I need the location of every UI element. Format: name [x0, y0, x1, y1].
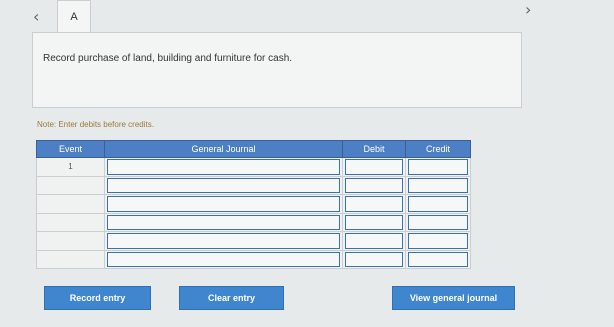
header-debit: Debit: [342, 140, 406, 158]
debit-input[interactable]: [345, 196, 403, 212]
journal-table: Event General Journal Debit Credit 1: [36, 140, 471, 269]
account-input-cell: [104, 157, 343, 177]
debit-input-cell: [342, 249, 406, 269]
tab-a[interactable]: A: [57, 0, 91, 33]
note-text: Note: Enter debits before credits.: [37, 120, 154, 129]
debit-input-cell: [342, 175, 406, 195]
credit-input-cell: [405, 212, 471, 232]
table-row: [36, 194, 471, 214]
debit-input[interactable]: [345, 177, 403, 193]
credit-input[interactable]: [408, 251, 468, 267]
debit-input[interactable]: [345, 159, 403, 175]
table-row: [36, 212, 471, 232]
credit-input[interactable]: [408, 196, 468, 212]
account-input-cell: [104, 175, 343, 195]
debit-input-cell: [342, 194, 406, 214]
debit-input[interactable]: [345, 251, 403, 267]
account-input[interactable]: [107, 233, 340, 249]
debit-input[interactable]: [345, 233, 403, 249]
credit-input-cell: [405, 249, 471, 269]
instruction-panel: Record purchase of land, building and fu…: [32, 32, 522, 108]
chevron-right-icon[interactable]: ›: [525, 2, 531, 18]
account-input[interactable]: [107, 177, 340, 193]
account-input[interactable]: [107, 214, 340, 230]
credit-input-cell: [405, 194, 471, 214]
table-row: [36, 249, 471, 269]
account-input-cell: [104, 194, 343, 214]
debit-input-cell: [342, 157, 406, 177]
event-cell: 1: [36, 157, 105, 177]
debit-input-cell: [342, 212, 406, 232]
view-general-journal-button[interactable]: View general journal: [392, 286, 515, 310]
account-input-cell: [104, 231, 343, 251]
credit-input[interactable]: [408, 177, 468, 193]
event-cell: [36, 175, 105, 195]
account-input[interactable]: [107, 251, 340, 267]
credit-input[interactable]: [408, 233, 468, 249]
instruction-text: Record purchase of land, building and fu…: [43, 53, 293, 64]
table-row: [36, 175, 471, 195]
header-event: Event: [36, 140, 105, 158]
credit-input[interactable]: [408, 214, 468, 230]
chevron-left-icon[interactable]: ‹: [33, 9, 39, 25]
table-row: [36, 231, 471, 251]
record-entry-button[interactable]: Record entry: [44, 286, 151, 310]
debit-input[interactable]: [345, 214, 403, 230]
debit-input-cell: [342, 231, 406, 251]
credit-input-cell: [405, 157, 471, 177]
clear-entry-button[interactable]: Clear entry: [179, 286, 284, 310]
tab-label: A: [70, 11, 78, 23]
credit-input-cell: [405, 231, 471, 251]
table-row: 1: [36, 157, 471, 177]
table-header-row: Event General Journal Debit Credit: [36, 140, 471, 158]
account-input-cell: [104, 249, 343, 269]
header-general-journal: General Journal: [104, 140, 343, 158]
event-cell: [36, 249, 105, 269]
account-input-cell: [104, 212, 343, 232]
event-cell: [36, 194, 105, 214]
credit-input[interactable]: [408, 159, 468, 175]
event-cell: [36, 231, 105, 251]
account-input[interactable]: [107, 159, 340, 175]
account-input[interactable]: [107, 196, 340, 212]
header-credit: Credit: [405, 140, 471, 158]
credit-input-cell: [405, 175, 471, 195]
event-cell: [36, 212, 105, 232]
